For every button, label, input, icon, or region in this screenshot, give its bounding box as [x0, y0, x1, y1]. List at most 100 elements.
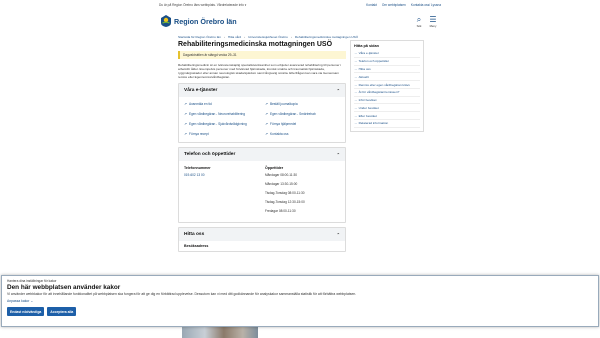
external-link-icon: ↗	[184, 122, 188, 127]
eservice-link[interactable]: ↗ Egen vårdbegäran - Neurorehabilitering	[184, 112, 259, 116]
external-link-icon: ↗	[184, 112, 188, 117]
toc-label: Telefon och öppettider	[358, 59, 390, 64]
external-link-icon: ↗	[184, 102, 188, 107]
eservice-label: Förnya recept	[189, 132, 209, 137]
contact-title: Telefon och öppettider	[184, 152, 236, 158]
search-icon: ⌕	[416, 15, 422, 24]
eservices-header[interactable]: Våra e-tjänster ⌃	[179, 84, 345, 98]
eservice-link[interactable]: ↗ Egen vårdbegäran - Smärtrehab	[265, 112, 340, 116]
cookie-description: Vi använder webbkakor för att innehållan…	[7, 292, 357, 296]
cookie-heading: Den här webbplatsen använder kakor	[7, 284, 121, 291]
about-site-link[interactable]: Om webbplatsen	[382, 3, 406, 7]
external-link-icon: ↗	[265, 102, 269, 107]
hours-row: Måndagar 08:00-11:30	[265, 173, 298, 178]
hours-row: Måndagar 13:30-15:00	[265, 182, 298, 187]
breadcrumb-separator: ›	[223, 35, 225, 39]
toc-label: Under besöket	[358, 105, 379, 110]
utility-links: Kontakt Om webbplatsen Kontakta oss/ Lys…	[366, 3, 441, 7]
eservice-label: Egen vårdbegäran - Smärtrehab	[270, 112, 316, 117]
search-button[interactable]: ⌕ Sök	[412, 15, 426, 28]
toc-link[interactable]: → Hitta oss	[354, 66, 420, 74]
cookie-settings-caption: Hantera dina inställningar för kakor	[7, 279, 57, 283]
hours-row: Fredagar 08:00-11:30	[265, 208, 296, 213]
toc-label: Åt för vårdbegäran/remissen?	[358, 90, 400, 95]
eservice-label: Egen vårdbegäran - Neurorehabilitering	[189, 112, 246, 117]
logo-text: Region Örebro län	[174, 16, 237, 26]
arrow-right-icon: →	[354, 98, 358, 103]
toc-label: Aktuellt	[358, 74, 369, 79]
breadcrumb-separator: ›	[244, 35, 246, 39]
contact-link[interactable]: Kontakt	[366, 3, 377, 7]
find-us-panel: Hitta oss ⌃ Besöksadress	[178, 227, 346, 253]
toc-title: Hitta på sidan	[354, 44, 379, 48]
menu-button[interactable]: ☰ Meny	[426, 15, 440, 28]
listen-link[interactable]: Kontakta oss/ Lyssna	[411, 3, 441, 7]
eservice-link[interactable]: ↗ Förnya recept	[184, 132, 259, 136]
arrow-right-icon: →	[354, 74, 358, 79]
accept-all-button[interactable]: Acceptera alla	[47, 307, 77, 316]
eservice-link[interactable]: ↗ Egen vårdbegäran - Sjukvårdsrådgivning	[184, 122, 259, 126]
arrow-right-icon: →	[354, 59, 358, 64]
external-link-icon: ↗	[265, 112, 269, 117]
external-link-icon: ↗	[265, 122, 269, 127]
eservice-link[interactable]: ↗ Kontakta oss	[265, 132, 340, 136]
external-link-icon: ↗	[265, 132, 269, 137]
hamburger-icon: ☰	[429, 15, 437, 24]
arrow-right-icon: →	[354, 66, 358, 71]
hours-row: Tisdag-Torsdag 12:30-15:00	[265, 199, 305, 204]
toc-label: Inför besöket	[358, 98, 377, 103]
eservice-link[interactable]: ↗ Förnya hjälpmedel	[265, 122, 340, 126]
toc-label: Hitta oss	[358, 66, 371, 71]
toc-link[interactable]: → Aktuellt	[354, 73, 420, 82]
toc-label: Efter besöket	[358, 113, 377, 118]
external-link-icon: ↗	[184, 132, 188, 137]
toc-link[interactable]: → Efter besöket	[354, 112, 420, 121]
breadcrumb-item[interactable]: Startsida för Region Örebro län	[178, 35, 221, 39]
toc-link[interactable]: → Åt för vårdbegäran/remissen?	[354, 89, 420, 97]
arrow-right-icon: →	[354, 90, 358, 95]
eservice-label: Egen vårdbegäran - Sjukvårdsrådgivning	[189, 122, 247, 127]
eservice-link[interactable]: ↗ Beställ journalkopia	[265, 102, 340, 106]
adjust-cookies-toggle[interactable]: Anpassa kakor ⌄	[7, 299, 593, 303]
accept-necessary-button[interactable]: Endast nödvändiga	[7, 307, 45, 316]
find-us-header[interactable]: Hitta oss ⌃	[179, 228, 345, 242]
toc-link[interactable]: → Telefon och öppettider	[354, 58, 420, 66]
chevron-up-icon: ⌃	[336, 88, 340, 94]
arrow-right-icon: →	[354, 51, 358, 56]
phone-heading: Telefonnummer	[184, 166, 211, 171]
toc-label: Våra e-tjänster	[358, 51, 379, 56]
cookie-buttons: Endast nödvändiga Acceptera alla	[7, 307, 593, 316]
arrow-right-icon: →	[354, 113, 358, 118]
search-label: Sök	[416, 24, 422, 28]
main-content: Rehabiliteringsmedicinska mottagningen U…	[178, 40, 346, 253]
eservice-link[interactable]: ↗ Avanmäla en tid	[184, 102, 259, 106]
menu-label: Meny	[429, 24, 437, 28]
chevron-up-icon: ⌃	[336, 152, 340, 158]
notice-banner: Dagvaktruttlen är stängd vecka 29–31	[178, 51, 346, 59]
contact-panel: Telefon och öppettider ⌃ Telefonnummer 0…	[178, 147, 346, 224]
toc-link[interactable]: → Remiss eller egen vårdbegäran krävs	[354, 81, 420, 89]
breadcrumb-item: Rehabiliteringsmedicinska mottagningen U…	[294, 35, 359, 39]
toc-link[interactable]: → Våra e-tjänster	[354, 50, 420, 58]
hours-row: Tisdag-Torsdag 08:00-11:30	[265, 190, 305, 195]
site-logo[interactable]: Region Örebro län	[160, 14, 237, 28]
intro-text: Rehabiliteringsmedicin är en tvärvetensk…	[178, 63, 342, 80]
phone-number[interactable]: 019-602 13 00	[184, 173, 259, 177]
page-title: Rehabiliteringsmedicinska mottagningen U…	[178, 41, 333, 48]
toc-label: Relaterad information	[358, 121, 389, 126]
arrow-right-icon: →	[354, 82, 358, 87]
eservice-label: Avanmäla en tid	[189, 102, 212, 107]
breadcrumb-item[interactable]: Universitetssjukhuset Örebro	[248, 35, 288, 39]
arrow-right-icon: →	[354, 121, 358, 126]
hours-heading: Öppettider	[265, 166, 284, 171]
breadcrumb-separator: ›	[290, 35, 292, 39]
breadcrumb-item[interactable]: Hitta vård	[228, 35, 241, 39]
cookie-banner: Hantera dina inställningar för kakor Den…	[1, 275, 599, 327]
breadcrumb: Startsida för Region Örebro län › Hitta …	[178, 35, 358, 39]
contact-header[interactable]: Telefon och öppettider ⌃	[179, 148, 345, 162]
toc-link[interactable]: → Relaterad information	[354, 120, 420, 128]
toc-link[interactable]: → Inför besöket	[354, 97, 420, 105]
contact-details: Telefonnummer 019-602 13 00 Öppettider M…	[179, 161, 345, 222]
region-notice[interactable]: Du är på Region Örebro läns webbplats. V…	[159, 3, 246, 7]
toc-link[interactable]: → Under besöket	[354, 104, 420, 113]
